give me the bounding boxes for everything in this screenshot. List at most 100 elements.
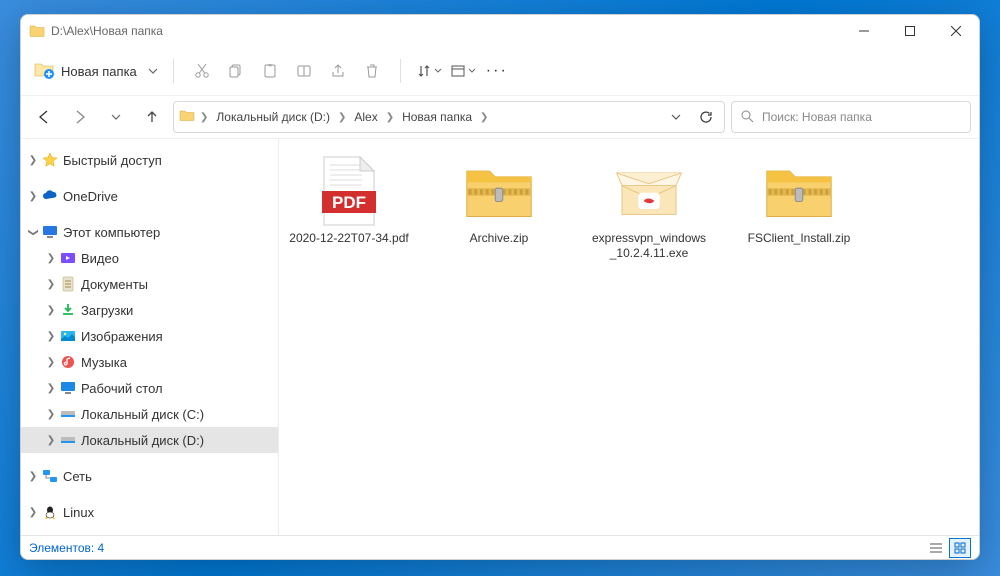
music-icon [59, 354, 77, 370]
video-icon [59, 250, 77, 266]
file-item[interactable]: Archive.zip [439, 155, 559, 261]
expand-icon[interactable]: ❯ [43, 409, 59, 420]
desktop-icon [59, 380, 77, 396]
navbar: ❯ Локальный диск (D:) ❯ Alex ❯ Новая пап… [21, 95, 979, 139]
toolbar: Новая папка ··· [21, 47, 979, 95]
expand-icon[interactable]: ❯ [25, 507, 41, 518]
tree-item-downloads[interactable]: ❯ Загрузки [21, 297, 278, 323]
expand-icon[interactable]: ❯ [43, 435, 59, 446]
tree-item-desktop[interactable]: ❯ Рабочий стол [21, 375, 278, 401]
pdf-icon: PDF [313, 155, 385, 227]
address-dropdown-icon[interactable] [662, 103, 690, 131]
tree-label: Сеть [63, 469, 92, 484]
share-button[interactable] [322, 55, 354, 87]
tree-label: Видео [81, 251, 119, 266]
explorer-window: D:\Alex\Новая папка Новая папка [20, 14, 980, 560]
refresh-button[interactable] [692, 103, 720, 131]
window-controls [841, 15, 979, 47]
breadcrumb-segment[interactable]: Локальный диск (D:) [212, 110, 334, 124]
status-bar: Элементов: 4 [21, 535, 979, 559]
file-item[interactable]: PDF 2020-12-22T07-34.pdf [289, 155, 409, 261]
tree-item-onedrive[interactable]: ❯ OneDrive [21, 183, 278, 209]
expand-icon[interactable]: ❯ [43, 357, 59, 368]
linux-icon [41, 504, 59, 520]
file-name: expressvpn_windows_10.2.4.11.exe [589, 231, 709, 261]
icons-view-button[interactable] [949, 538, 971, 558]
tree-item-disk-c[interactable]: ❯ Локальный диск (C:) [21, 401, 278, 427]
tree-label: Быстрый доступ [63, 153, 162, 168]
tree-item-video[interactable]: ❯ Видео [21, 245, 278, 271]
expand-icon[interactable]: ❯ [43, 331, 59, 342]
back-button[interactable] [29, 102, 59, 132]
close-button[interactable] [933, 15, 979, 47]
up-button[interactable] [137, 102, 167, 132]
file-name: 2020-12-22T07-34.pdf [289, 231, 408, 246]
file-name: FSClient_Install.zip [748, 231, 851, 246]
address-bar[interactable]: ❯ Локальный диск (D:) ❯ Alex ❯ Новая пап… [173, 101, 725, 133]
expand-icon[interactable]: ❯ [25, 471, 41, 482]
svg-text:PDF: PDF [332, 193, 366, 212]
zip-icon [463, 155, 535, 227]
expand-icon[interactable]: ❯ [25, 155, 41, 166]
breadcrumb-chevron-icon[interactable]: ❯ [384, 112, 396, 123]
file-item[interactable]: expressvpn_windows_10.2.4.11.exe [589, 155, 709, 261]
tree-item-disk-d[interactable]: ❯ Локальный диск (D:) [21, 427, 278, 453]
toolbar-separator [173, 59, 174, 83]
new-folder-label: Новая папка [61, 64, 137, 79]
collapse-icon[interactable]: ❯ [28, 224, 39, 240]
cut-button[interactable] [186, 55, 218, 87]
breadcrumb-chevron-icon[interactable]: ❯ [336, 112, 348, 123]
window-title: D:\Alex\Новая папка [51, 24, 841, 38]
titlebar: D:\Alex\Новая папка [21, 15, 979, 47]
forward-button[interactable] [65, 102, 95, 132]
rename-button[interactable] [288, 55, 320, 87]
expand-icon[interactable]: ❯ [43, 253, 59, 264]
tree-label: Загрузки [81, 303, 133, 318]
navigation-tree: ❯ Быстрый доступ ❯ OneDrive ❯ Этот компь… [21, 139, 279, 535]
file-list[interactable]: PDF 2020-12-22T07-34.pdf [279, 139, 979, 535]
expand-icon[interactable]: ❯ [43, 279, 59, 290]
breadcrumb-segment[interactable]: Новая папка [398, 110, 476, 124]
search-icon [740, 109, 754, 126]
cloud-icon [41, 188, 59, 204]
item-count: Элементов: 4 [29, 541, 104, 555]
expand-icon[interactable]: ❯ [43, 305, 59, 316]
star-icon [41, 152, 59, 168]
expand-icon[interactable]: ❯ [43, 383, 59, 394]
window-folder-icon [29, 23, 45, 39]
expand-icon[interactable]: ❯ [25, 191, 41, 202]
recent-dropdown[interactable] [101, 102, 131, 132]
delete-button[interactable] [356, 55, 388, 87]
tree-item-linux[interactable]: ❯ Linux [21, 499, 278, 525]
tree-item-music[interactable]: ❯ Музыка [21, 349, 278, 375]
breadcrumb-chevron-icon[interactable]: ❯ [478, 112, 490, 123]
new-dropdown-icon[interactable] [145, 55, 161, 87]
tree-label: Музыка [81, 355, 127, 370]
details-view-button[interactable] [925, 538, 947, 558]
tree-item-quick-access[interactable]: ❯ Быстрый доступ [21, 147, 278, 173]
view-button[interactable] [447, 55, 479, 87]
body: ❯ Быстрый доступ ❯ OneDrive ❯ Этот компь… [21, 139, 979, 535]
network-icon [41, 468, 59, 484]
toolbar-separator [400, 59, 401, 83]
pictures-icon [59, 328, 77, 344]
file-item[interactable]: FSClient_Install.zip [739, 155, 859, 261]
document-icon [59, 276, 77, 292]
tree-item-this-pc[interactable]: ❯ Этот компьютер [21, 219, 278, 245]
breadcrumb-segment[interactable]: Alex [350, 110, 381, 124]
sort-button[interactable] [413, 55, 445, 87]
zip-icon [763, 155, 835, 227]
installer-icon [613, 155, 685, 227]
paste-button[interactable] [254, 55, 286, 87]
copy-button[interactable] [220, 55, 252, 87]
search-box[interactable]: Поиск: Новая папка [731, 101, 971, 133]
maximize-button[interactable] [887, 15, 933, 47]
breadcrumb-chevron-icon[interactable]: ❯ [198, 112, 210, 123]
disk-icon [59, 406, 77, 422]
new-folder-button[interactable]: Новая папка [29, 54, 143, 89]
tree-item-documents[interactable]: ❯ Документы [21, 271, 278, 297]
tree-item-network[interactable]: ❯ Сеть [21, 463, 278, 489]
minimize-button[interactable] [841, 15, 887, 47]
tree-item-pictures[interactable]: ❯ Изображения [21, 323, 278, 349]
more-button[interactable]: ··· [481, 55, 513, 87]
